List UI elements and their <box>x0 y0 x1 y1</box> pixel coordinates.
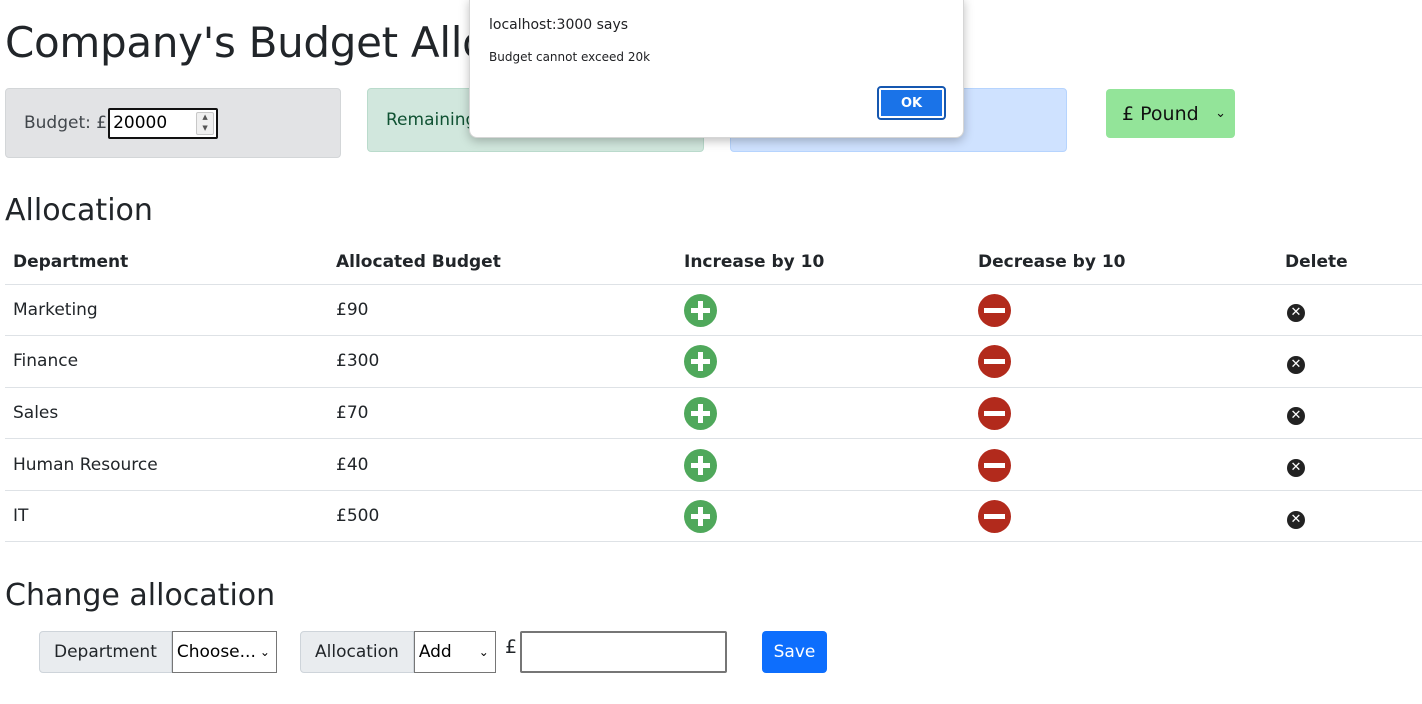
decrease-icon[interactable] <box>978 293 1011 327</box>
table-row: Sales £70 ✕ <box>5 387 1422 440</box>
chevron-down-icon: ⌄ <box>1215 106 1226 121</box>
chevron-down-icon: ⌄ <box>259 645 270 659</box>
currency-symbol: £ <box>505 636 518 658</box>
table-row: Marketing £90 ✕ <box>5 284 1422 337</box>
table-header-row: Department Allocated Budget Increase by … <box>5 240 1422 285</box>
alert-dialog: localhost:3000 says Budget cannot exceed… <box>469 0 964 138</box>
header-department: Department <box>5 240 328 285</box>
department-select[interactable]: Choose... ⌄ <box>171 631 277 673</box>
table-row: Human Resource £40 ✕ <box>5 438 1422 491</box>
header-delete: Delete <box>1277 240 1422 285</box>
decrease-icon[interactable] <box>978 396 1011 430</box>
number-spinner[interactable]: ▲ ▼ <box>196 111 215 135</box>
table-row: IT £500 ✕ <box>5 490 1422 543</box>
header-increase: Increase by 10 <box>676 240 970 285</box>
increase-icon[interactable] <box>684 345 717 379</box>
allocation-type-selected: Add <box>418 642 452 662</box>
delete-icon[interactable]: ✕ <box>1287 459 1305 478</box>
budget-card: Budget: £ 20000 ▲ ▼ <box>5 88 341 158</box>
spinner-up-icon[interactable]: ▲ <box>202 114 207 121</box>
department-cell: IT <box>5 490 328 543</box>
save-button[interactable]: Save <box>762 631 827 673</box>
department-input-group: Department Choose... ⌄ <box>39 631 277 673</box>
budget-input[interactable]: 20000 ▲ ▼ <box>108 107 219 139</box>
budget-cell: £300 <box>328 335 676 388</box>
dialog-message: Budget cannot exceed 20k <box>489 50 651 64</box>
department-label: Department <box>39 631 172 673</box>
delete-icon[interactable]: ✕ <box>1287 510 1305 529</box>
increase-icon[interactable] <box>684 293 717 327</box>
department-cell: Sales <box>5 387 328 440</box>
budget-cell: £500 <box>328 490 676 543</box>
department-cell: Marketing <box>5 284 328 337</box>
allocation-label: Allocation <box>300 631 414 673</box>
budget-cell: £90 <box>328 284 676 337</box>
department-cell: Human Resource <box>5 438 328 491</box>
decrease-icon[interactable] <box>978 500 1011 534</box>
currency-selected: £ Pound <box>1122 102 1199 125</box>
header-allocated-budget: Allocated Budget <box>328 240 676 285</box>
increase-icon[interactable] <box>684 396 717 430</box>
decrease-icon[interactable] <box>978 345 1011 379</box>
increase-icon[interactable] <box>684 448 717 482</box>
delete-icon[interactable]: ✕ <box>1287 304 1305 323</box>
department-cell: Finance <box>5 335 328 388</box>
budget-label: Budget: £ <box>24 113 108 133</box>
delete-icon[interactable]: ✕ <box>1287 355 1305 374</box>
amount-input[interactable] <box>520 631 727 673</box>
ok-button[interactable]: OK <box>877 86 946 120</box>
table-row: Finance £300 ✕ <box>5 335 1422 388</box>
header-decrease: Decrease by 10 <box>970 240 1277 285</box>
currency-select[interactable]: £ Pound ⌄ <box>1106 89 1235 138</box>
allocation-input-group: Allocation Add ⌄ <box>300 631 496 673</box>
decrease-icon[interactable] <box>978 448 1011 482</box>
allocation-type-select[interactable]: Add ⌄ <box>413 631 496 673</box>
allocation-title: Allocation <box>5 193 153 228</box>
budget-cell: £70 <box>328 387 676 440</box>
delete-icon[interactable]: ✕ <box>1287 407 1305 426</box>
allocation-table: Department Allocated Budget Increase by … <box>5 240 1422 543</box>
change-allocation-title: Change allocation <box>5 578 276 613</box>
spinner-down-icon[interactable]: ▼ <box>202 124 207 132</box>
dialog-title: localhost:3000 says <box>489 17 629 33</box>
budget-cell: £40 <box>328 438 676 491</box>
chevron-down-icon: ⌄ <box>478 645 489 659</box>
increase-icon[interactable] <box>684 500 717 534</box>
budget-input-value: 20000 <box>113 113 168 133</box>
department-selected: Choose... <box>176 642 256 662</box>
